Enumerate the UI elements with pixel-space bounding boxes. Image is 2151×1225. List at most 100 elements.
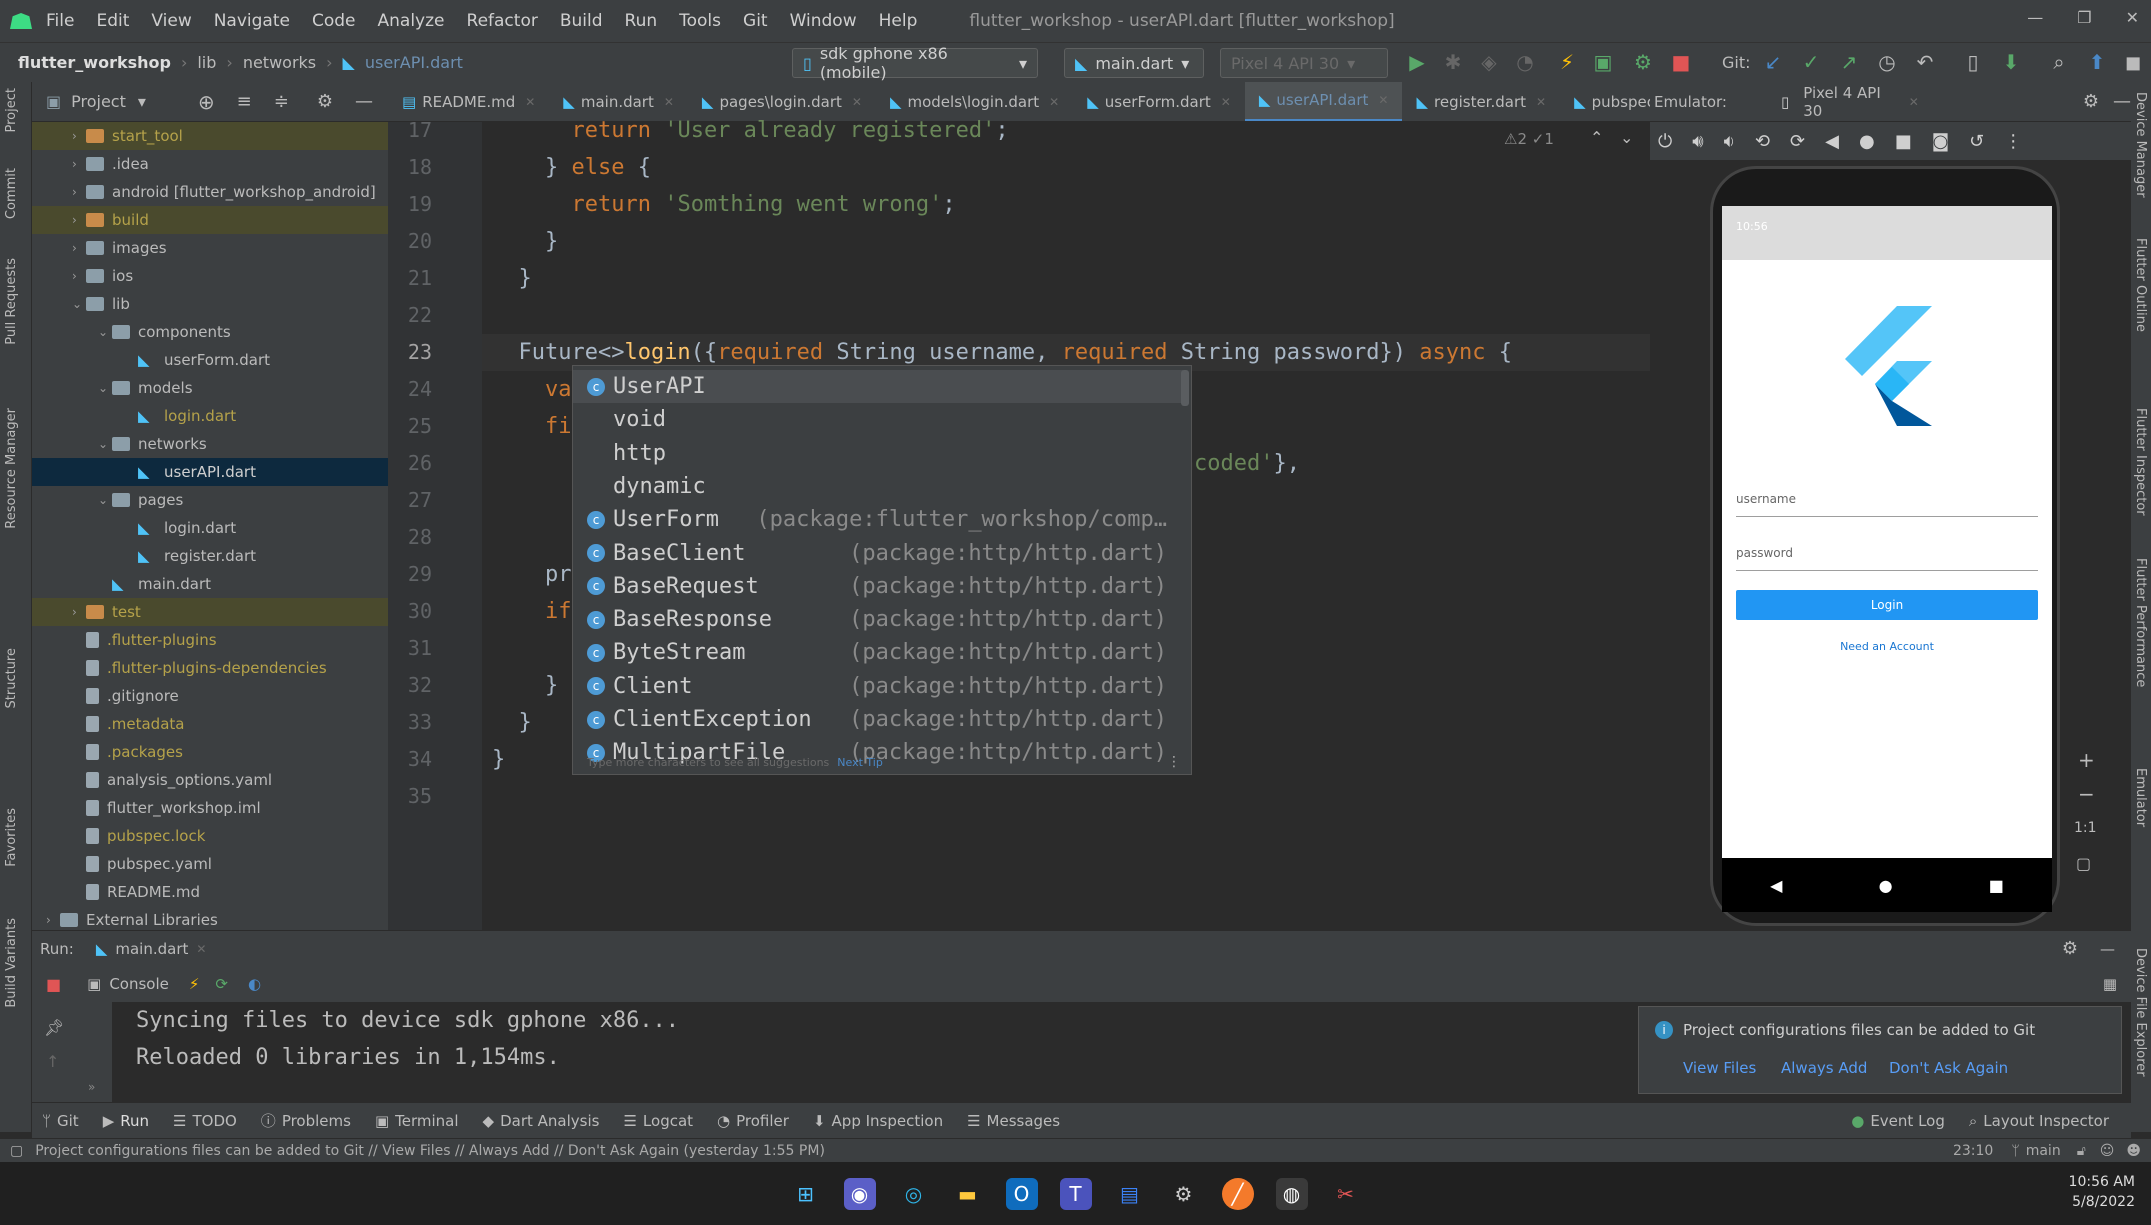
nav-recents-icon[interactable]: ■ (1989, 876, 2004, 895)
inspection-widget[interactable]: ⚠2 ✓1 (1504, 130, 1554, 148)
hot-reload-icon[interactable]: ⚡ (1554, 49, 1580, 75)
tree-item[interactable]: › test (32, 598, 388, 626)
fit-screen-icon[interactable]: ▢ (2076, 854, 2091, 873)
zoom-out-icon[interactable]: − (2078, 782, 2095, 806)
always-add-link[interactable]: Always Add (1781, 1059, 1867, 1077)
rotate-left-icon[interactable]: ⟲ (1755, 131, 1770, 152)
hot-restart-icon[interactable]: ▣ (1590, 49, 1616, 75)
tree-item[interactable]: pubspec.lock (32, 822, 388, 850)
autocomplete-scrollbar[interactable] (1181, 370, 1189, 406)
chevron-right-icon[interactable]: › (72, 241, 86, 255)
file-explorer-icon[interactable]: ▬ (952, 1178, 984, 1210)
tree-item[interactable]: ⌄ components (32, 318, 388, 346)
close-icon[interactable]: ✕ (1049, 95, 1059, 109)
git-commit-icon[interactable]: ✓ (1798, 49, 1824, 75)
zoom-in-icon[interactable]: + (2078, 748, 2095, 772)
dont-ask-again-link[interactable]: Don't Ask Again (1889, 1059, 2008, 1077)
restore-icon[interactable]: ❐ (2077, 8, 2091, 27)
bottom-tab-problems[interactable]: ⓘ Problems (261, 1110, 351, 1131)
tree-item[interactable]: .metadata (32, 710, 388, 738)
autocomplete-item[interactable]: dynamic (573, 470, 1183, 503)
right-tool-flutter-inspector[interactable]: Flutter Inspector (2133, 408, 2148, 516)
bottom-tab-run[interactable]: ▶ Run (103, 1112, 149, 1130)
tree-item[interactable]: ⌄ networks (32, 430, 388, 458)
lock-icon[interactable]: 🔓︎ (2077, 1143, 2086, 1159)
stop-icon[interactable]: ■ (1668, 49, 1694, 75)
tree-item[interactable]: ◣ userAPI.dart (32, 458, 388, 486)
snipping-tool-icon[interactable]: ✂ (1330, 1178, 1362, 1210)
camera-icon[interactable]: ◙ (1932, 131, 1949, 152)
tree-item[interactable]: ◣ register.dart (32, 542, 388, 570)
chevron-down-icon[interactable]: ⌄ (1620, 128, 1633, 147)
hide-icon[interactable]: — (355, 91, 373, 112)
tree-item[interactable]: ⌄ models (32, 374, 388, 402)
gear-icon[interactable]: ⚙ (317, 91, 333, 112)
username-field[interactable]: username (1736, 492, 2038, 517)
next-tip-link[interactable]: Next Tip (837, 756, 883, 769)
phone-screen[interactable]: 10:56 username password Login Need an Ac… (1722, 206, 2052, 866)
run-icon[interactable]: ▶ (1404, 49, 1430, 75)
editor-tab[interactable]: ◣ register.dart ✕ (1402, 82, 1560, 121)
minimize-icon[interactable]: — (2027, 8, 2043, 27)
hot-reload-icon[interactable]: ⚡ (189, 975, 200, 993)
edge-browser-icon[interactable]: ◎ (898, 1178, 930, 1210)
left-tool-favorites[interactable]: Favorites (4, 808, 19, 867)
device-manager-icon[interactable]: ▯ (1960, 49, 1986, 75)
password-field[interactable]: password (1736, 546, 2038, 571)
right-tool-device-file-explorer[interactable]: Device File Explorer (2133, 948, 2148, 1077)
autocomplete-item[interactable]: c UserForm (package:flutter_workshop/comp… (573, 503, 1183, 536)
tree-item[interactable]: › .idea (32, 150, 388, 178)
collapse-all-icon[interactable]: ≑ (274, 91, 289, 112)
close-icon[interactable]: ✕ (852, 95, 862, 109)
system-clock[interactable]: 10:56 AM 5/8/2022 (2069, 1172, 2135, 1212)
tree-item[interactable]: pubspec.yaml (32, 850, 388, 878)
menu-item-tools[interactable]: Tools (679, 11, 721, 31)
status-message[interactable]: Project configurations files can be adde… (35, 1143, 825, 1159)
update-icon[interactable]: ⬆ (2084, 49, 2110, 75)
emulator-device-tab[interactable]: Pixel 4 API 30 (1803, 84, 1895, 120)
chevron-right-icon[interactable]: › (72, 185, 86, 199)
bottom-tab-terminal[interactable]: ▣ Terminal (375, 1112, 459, 1130)
bottom-tab-app-inspection[interactable]: ⬇ App Inspection (813, 1112, 943, 1130)
zoom-ratio[interactable]: 1:1 (2074, 820, 2097, 836)
devtools-icon[interactable]: ◐ (248, 975, 261, 993)
close-icon[interactable]: ✕ (1536, 95, 1546, 109)
chevron-right-icon[interactable]: › (72, 157, 86, 171)
right-tool-emulator[interactable]: Emulator (2133, 768, 2148, 827)
bottom-tab-messages[interactable]: ☰ Messages (967, 1112, 1060, 1130)
tree-item[interactable]: ◣ userForm.dart (32, 346, 388, 374)
menu-item-analyze[interactable]: Analyze (378, 11, 445, 31)
bottom-tab-git[interactable]: ᛘ Git (42, 1112, 79, 1130)
autocomplete-item[interactable]: http (573, 437, 1183, 470)
tree-item[interactable]: › External Libraries (32, 906, 388, 930)
teams-chat-icon[interactable]: ◉ (843, 1177, 876, 1210)
menu-item-navigate[interactable]: Navigate (214, 11, 290, 31)
face-icon[interactable]: ☺ (2100, 1143, 2115, 1159)
run-config-selector[interactable]: ◣ main.dart ▾ (1064, 48, 1204, 78)
autocomplete-item[interactable]: c BaseResponse (package:http/http.dart) (573, 603, 1183, 636)
autocomplete-item[interactable]: c BaseClient (package:http/http.dart) (573, 537, 1183, 570)
debug-icon[interactable]: ✱ (1440, 49, 1466, 75)
profile-icon[interactable]: ◔ (1512, 49, 1538, 75)
menu-item-build[interactable]: Build (560, 11, 603, 31)
teams-icon[interactable]: T (1059, 1177, 1092, 1210)
left-tool-pull-requests[interactable]: Pull Requests (4, 258, 19, 345)
tree-item[interactable]: .flutter-plugins (32, 626, 388, 654)
close-icon[interactable]: ✕ (2126, 8, 2139, 27)
bottom-tab-todo[interactable]: ☰ TODO (173, 1112, 237, 1130)
close-icon[interactable]: ✕ (1221, 95, 1231, 109)
hide-icon[interactable]: — (2113, 91, 2131, 112)
tree-item[interactable]: ◣ main.dart (32, 570, 388, 598)
breadcrumb-item[interactable]: flutter_workshop (18, 53, 171, 72)
up-icon[interactable]: ↑ (46, 1052, 59, 1071)
android-studio-taskbar-icon[interactable]: ◍ (1275, 1177, 1308, 1210)
tree-item[interactable]: README.md (32, 878, 388, 906)
hide-icon[interactable]: — (2100, 940, 2115, 958)
gear-icon[interactable]: ⚙ (2083, 91, 2099, 112)
tree-item[interactable]: flutter_workshop.iml (32, 794, 388, 822)
login-button[interactable]: Login (1736, 590, 2038, 620)
tree-item[interactable]: ◣ login.dart (32, 402, 388, 430)
attach-debugger-icon[interactable]: ⚙ (1630, 49, 1656, 75)
console-tab[interactable]: Console (109, 975, 169, 993)
tree-item[interactable]: › android [flutter_workshop_android] (32, 178, 388, 206)
